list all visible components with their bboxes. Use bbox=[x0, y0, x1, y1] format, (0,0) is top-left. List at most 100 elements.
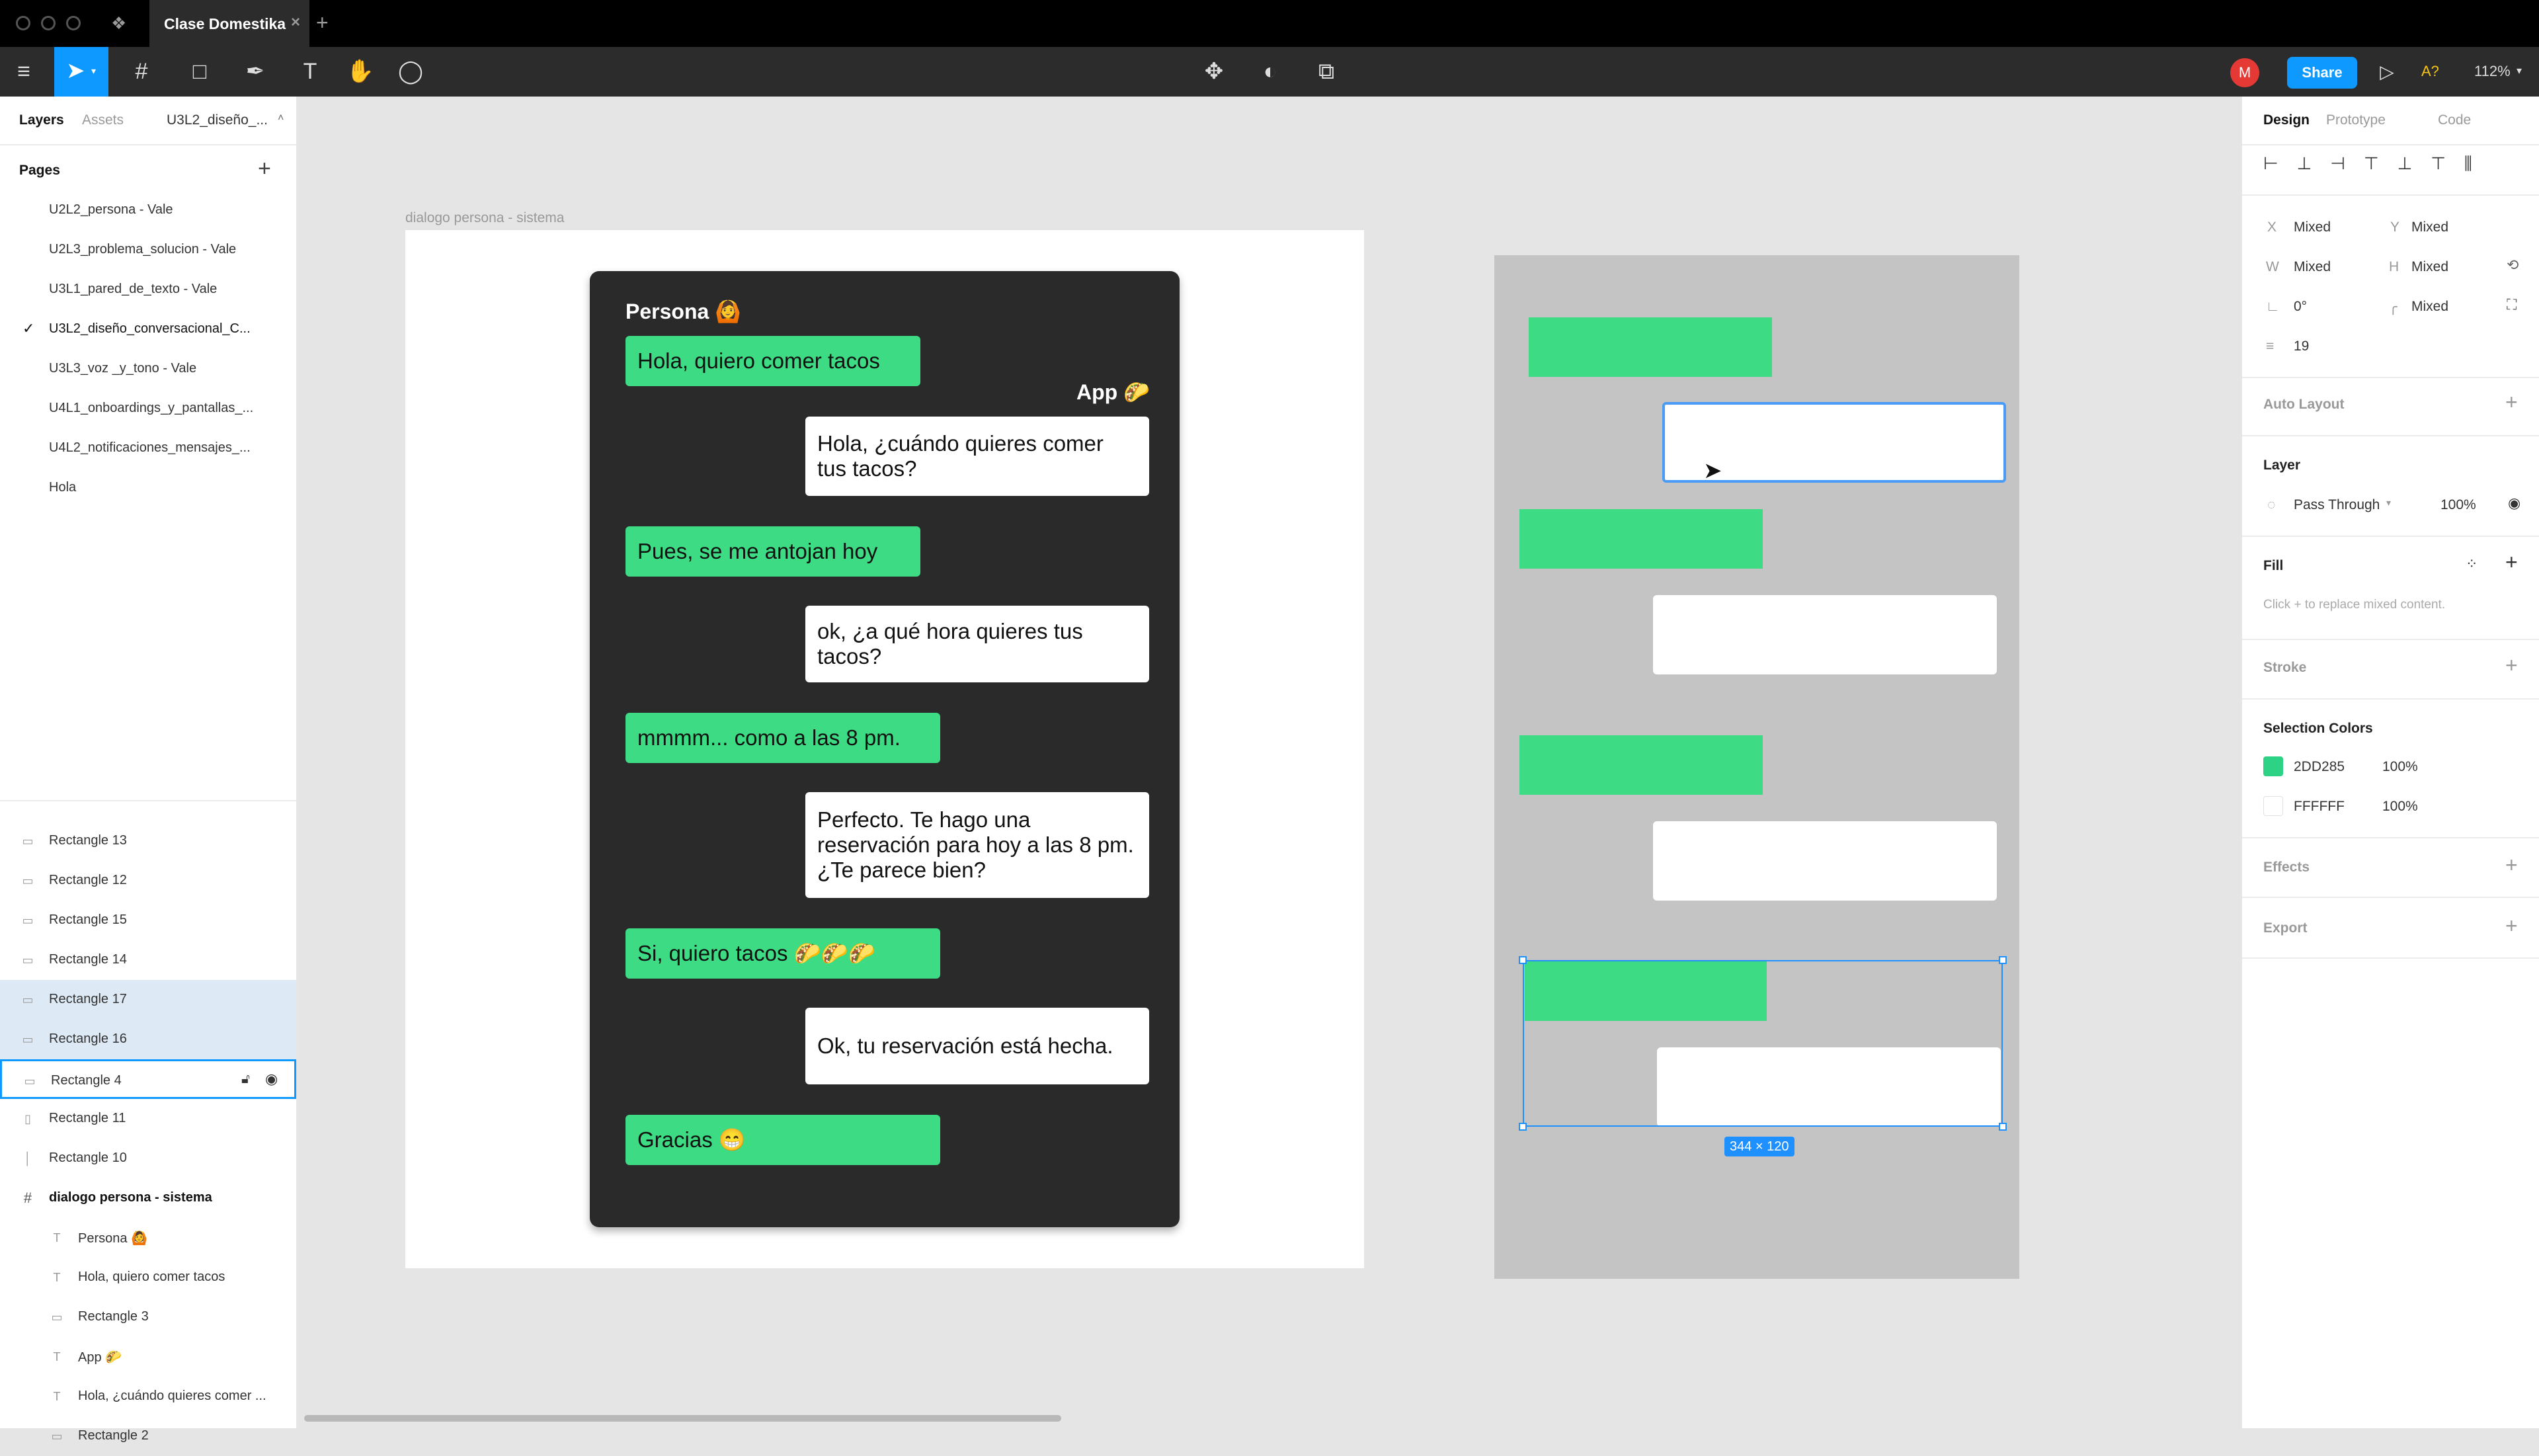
boolean-tool-icon[interactable]: ⧉ bbox=[1307, 47, 1346, 97]
add-stroke-icon[interactable]: + bbox=[2505, 653, 2518, 678]
wireframe-green-rect[interactable] bbox=[1529, 317, 1772, 377]
color-opacity[interactable]: 100% bbox=[2382, 759, 2418, 775]
document-tab[interactable]: Clase Domestika × bbox=[149, 0, 309, 47]
color-swatch[interactable] bbox=[2263, 796, 2283, 816]
wireframe-white-rect[interactable] bbox=[1653, 595, 1997, 674]
constrain-proportions-icon[interactable]: ⟲ bbox=[2507, 257, 2519, 274]
figma-home-icon[interactable]: ❖ bbox=[111, 13, 126, 34]
add-effect-icon[interactable]: + bbox=[2505, 853, 2518, 877]
file-page-dropdown[interactable]: U3L2_diseño_... bbox=[167, 112, 268, 128]
layer-row[interactable]: ▭ Rectangle 15 bbox=[0, 901, 296, 940]
persona-message[interactable]: Gracias 😁 bbox=[625, 1115, 940, 1165]
frame-label[interactable]: dialogo persona - sistema bbox=[405, 210, 564, 226]
layer-row[interactable]: T Hola, quiero comer tacos bbox=[0, 1258, 296, 1297]
text-tool-icon[interactable]: T bbox=[294, 47, 327, 97]
spacing-input[interactable]: 19 bbox=[2294, 339, 2309, 354]
color-swatch[interactable] bbox=[2263, 756, 2283, 776]
comment-tool-icon[interactable]: ◯ bbox=[394, 47, 427, 97]
page-item[interactable]: U2L2_persona - Vale bbox=[49, 202, 173, 218]
align-tools[interactable]: ⊢⊥⊣⊤⊥⊤⫼ bbox=[2263, 153, 2491, 175]
h-input[interactable]: Mixed bbox=[2411, 259, 2448, 275]
component-tool-icon[interactable]: ✥ bbox=[1194, 47, 1234, 97]
style-grid-icon[interactable]: ⁘ bbox=[2466, 555, 2478, 573]
eye-icon[interactable]: ◉ bbox=[265, 1071, 278, 1088]
share-button[interactable]: Share bbox=[2287, 57, 2357, 89]
resize-handle[interactable] bbox=[1999, 956, 2007, 964]
persona-message[interactable]: Si, quiero tacos 🌮🌮🌮 bbox=[625, 928, 940, 979]
accessibility-check[interactable]: A? bbox=[2421, 63, 2439, 80]
color-opacity[interactable]: 100% bbox=[2382, 799, 2418, 815]
wireframe-white-rect[interactable] bbox=[1653, 821, 1997, 901]
layer-opacity-input[interactable]: 100% bbox=[2440, 497, 2476, 513]
add-fill-icon[interactable]: + bbox=[2505, 550, 2518, 575]
persona-message[interactable]: mmmm... como a las 8 pm. bbox=[625, 713, 940, 763]
x-input[interactable]: Mixed bbox=[2294, 220, 2331, 235]
app-message[interactable]: Ok, tu reservación está hecha. bbox=[805, 1008, 1149, 1084]
selection-box[interactable] bbox=[1523, 960, 2003, 1127]
mask-tool-icon[interactable]: ◐ bbox=[1254, 47, 1287, 97]
persona-message[interactable]: Pues, se me antojan hoy bbox=[625, 526, 920, 577]
tab-layers[interactable]: Layers bbox=[19, 112, 64, 128]
chevron-down-icon[interactable]: ▾ bbox=[2386, 497, 2391, 508]
persona-label[interactable]: Persona 🙆 bbox=[625, 299, 741, 324]
present-play-icon[interactable]: ▷ bbox=[2374, 47, 2400, 97]
zoom-chevron-icon[interactable]: ▾ bbox=[2517, 64, 2522, 77]
resize-handle[interactable] bbox=[1999, 1123, 2007, 1131]
color-hex[interactable]: 2DD285 bbox=[2294, 759, 2345, 775]
move-tool-button[interactable]: ➤ ▾ bbox=[54, 47, 108, 97]
y-input[interactable]: Mixed bbox=[2411, 220, 2448, 235]
add-auto-layout-icon[interactable]: + bbox=[2505, 390, 2518, 415]
layer-row[interactable]: ▯ Rectangle 11 bbox=[0, 1099, 296, 1139]
minimize-window-button[interactable] bbox=[41, 16, 56, 30]
pen-tool-icon[interactable]: ✒ bbox=[235, 47, 275, 97]
layer-row-frame[interactable]: # dialogo persona - sistema bbox=[0, 1178, 296, 1218]
app-label[interactable]: App 🌮 bbox=[1076, 380, 1150, 405]
close-tab-icon[interactable]: × bbox=[291, 13, 300, 32]
page-item-current[interactable]: U3L2_diseño_conversacional_C... bbox=[49, 321, 251, 337]
layer-row[interactable]: ▭ Rectangle 12 bbox=[0, 861, 296, 901]
page-item[interactable]: Hola bbox=[49, 480, 76, 495]
tab-prototype[interactable]: Prototype bbox=[2326, 112, 2386, 128]
layer-row[interactable]: ▭ Rectangle 13 bbox=[0, 821, 296, 861]
rotation-input[interactable]: 0° bbox=[2294, 299, 2307, 315]
layer-row[interactable]: T Hola, ¿cuándo quieres comer ... bbox=[0, 1377, 296, 1416]
color-hex[interactable]: FFFFFF bbox=[2294, 799, 2345, 815]
independent-corners-icon[interactable]: ⛶ bbox=[2507, 296, 2517, 313]
page-item[interactable]: U4L1_onboardings_y_pantallas_... bbox=[49, 401, 253, 416]
shape-tool-icon[interactable]: □ bbox=[180, 47, 220, 97]
tab-design[interactable]: Design bbox=[2263, 112, 2310, 128]
layer-row[interactable]: T App 🌮 bbox=[0, 1337, 296, 1377]
horizontal-scrollbar[interactable] bbox=[304, 1415, 1061, 1422]
layer-row[interactable]: T Persona 🙆 bbox=[0, 1218, 296, 1258]
eye-icon[interactable]: ◉ bbox=[2508, 495, 2520, 512]
layer-row-hovered[interactable]: ▭ Rectangle 4 🔓︎ ◉ bbox=[0, 1059, 296, 1099]
add-page-icon[interactable]: + bbox=[258, 156, 271, 182]
page-item[interactable]: U2L3_problema_solucion - Vale bbox=[49, 242, 236, 257]
app-message[interactable]: Perfecto. Te hago una reservación para h… bbox=[805, 792, 1149, 898]
wireframe-green-rect[interactable] bbox=[1519, 509, 1763, 569]
page-item[interactable]: U3L1_pared_de_texto - Vale bbox=[49, 282, 217, 297]
tab-code[interactable]: Code bbox=[2438, 112, 2471, 128]
app-message[interactable]: ok, ¿a qué hora quieres tus tacos? bbox=[805, 606, 1149, 682]
blend-mode-select[interactable]: Pass Through bbox=[2294, 497, 2380, 513]
page-item[interactable]: U3L3_voz _y_tono - Vale bbox=[49, 361, 196, 376]
new-tab-icon[interactable]: + bbox=[316, 11, 329, 35]
layer-row[interactable]: ▭ Rectangle 14 bbox=[0, 940, 296, 980]
frame-tool-icon[interactable]: # bbox=[122, 47, 161, 97]
resize-handle[interactable] bbox=[1519, 956, 1527, 964]
layer-row[interactable]: ▭ Rectangle 3 bbox=[0, 1297, 296, 1337]
layer-row[interactable]: ▭ Rectangle 2 bbox=[0, 1416, 296, 1456]
persona-message[interactable]: Hola, quiero comer tacos bbox=[625, 336, 920, 386]
chevron-up-icon[interactable]: ˄ bbox=[278, 112, 284, 124]
wireframe-green-rect[interactable] bbox=[1519, 735, 1763, 795]
add-export-icon[interactable]: + bbox=[2505, 914, 2518, 938]
layer-row-selected[interactable]: ▭ Rectangle 17 bbox=[0, 980, 296, 1020]
layer-row[interactable]: │ Rectangle 10 bbox=[0, 1139, 296, 1178]
unlock-icon[interactable]: 🔓︎ bbox=[241, 1072, 250, 1087]
maximize-window-button[interactable] bbox=[66, 16, 81, 30]
user-avatar[interactable]: M bbox=[2230, 58, 2259, 87]
main-menu-icon[interactable]: ≡ bbox=[11, 47, 37, 97]
hand-tool-icon[interactable]: ✋ bbox=[344, 47, 377, 97]
resize-handle[interactable] bbox=[1519, 1123, 1527, 1131]
page-item[interactable]: U4L2_notificaciones_mensajes_... bbox=[49, 440, 251, 456]
